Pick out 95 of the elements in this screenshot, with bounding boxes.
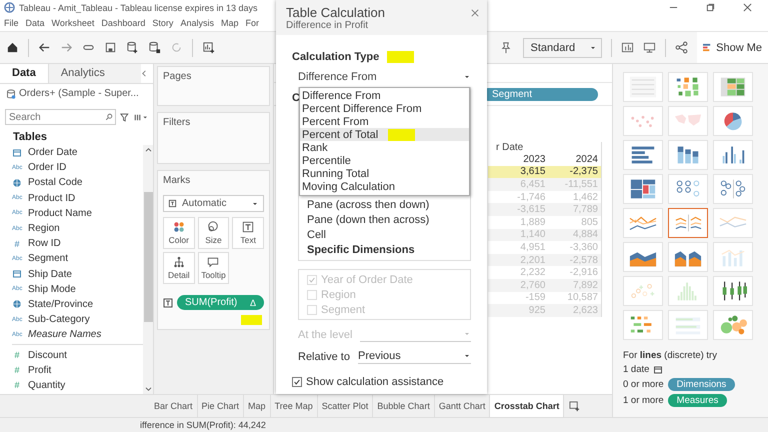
requirement-text: 0 or more xyxy=(623,379,664,390)
fit-dropdown[interactable]: Standard xyxy=(523,38,602,58)
table-cell-text: -2,916 xyxy=(568,267,599,278)
card-title: Filters xyxy=(163,117,190,128)
table-cell-text: 805 xyxy=(580,216,599,228)
menu-item[interactable]: Story xyxy=(152,18,174,28)
field-item[interactable]: Order Date xyxy=(12,145,143,160)
status-text: ifference in SUM(Profit): 44,242 xyxy=(140,420,266,430)
data-source-name[interactable]: Orders+ (Sample - Super... xyxy=(19,88,139,99)
list-item[interactable]: Pane (down then across) xyxy=(299,212,470,227)
mark-property-button[interactable]: Color xyxy=(163,217,195,249)
menu-item[interactable]: Dashboard xyxy=(101,18,146,28)
dialog-subtitle: Difference in Profit xyxy=(286,20,370,31)
checkbox-label: Region xyxy=(321,288,356,300)
show-me-button[interactable]: Show Me xyxy=(697,32,768,63)
field-item[interactable]: # Quantity xyxy=(12,378,143,393)
table-cell-text: 1,140 xyxy=(519,229,546,240)
table-cell-text: 1,462 xyxy=(572,192,599,203)
list-item[interactable]: Cell xyxy=(299,227,470,242)
table-cell-text: -2,578 xyxy=(568,254,599,266)
table-cell-text: 7,892 xyxy=(572,280,599,291)
requirement-text: 1 date xyxy=(623,364,650,375)
calculation-type-dropdown[interactable]: Difference From xyxy=(298,71,471,83)
table-cell-text: -1,746 xyxy=(516,192,546,203)
year-header: 2023 xyxy=(522,154,546,165)
menu-option[interactable]: Moving Calculation xyxy=(300,180,469,194)
table-cell-text: 2,760 xyxy=(519,280,546,291)
table-cell-text: 925 xyxy=(528,304,546,316)
checkbox-label: Segment xyxy=(321,304,366,316)
table-cell-text: -159 xyxy=(524,292,546,304)
mark-property-button[interactable]: Tooltip xyxy=(198,252,230,284)
table-cell-text: 4,951 xyxy=(519,242,546,253)
field-item[interactable]: # Profit xyxy=(12,362,143,378)
menu-option[interactable]: Percent From xyxy=(300,115,469,128)
table-cell-text: 7,789 xyxy=(572,204,599,216)
sheet-tab[interactable]: Crosstab Chart xyxy=(490,395,564,417)
dialog-title: Table Calculation xyxy=(286,5,386,20)
mark-type-dropdown[interactable]: Automatic xyxy=(163,195,264,212)
field-label: Relative to xyxy=(298,350,350,362)
section-label: C xyxy=(292,92,300,104)
field-item[interactable]: Ship Date xyxy=(12,266,143,282)
menu-option[interactable]: Percentile xyxy=(300,154,469,168)
data-type-icon: # xyxy=(12,380,22,390)
mark-property-button[interactable]: Size xyxy=(198,217,230,249)
data-type-icon: # xyxy=(12,365,22,376)
search-field[interactable]: Search xyxy=(5,109,116,125)
table-cell-text: 10,587 xyxy=(566,292,599,304)
list-item[interactable]: Pane (across then down) xyxy=(299,197,470,212)
field-item[interactable]: State/Province xyxy=(12,296,143,312)
window-title: Tableau - Amit_Tableau - Tableau license expires in 13 days xyxy=(19,2,258,12)
section-label: Calculation Type xyxy=(292,51,380,63)
menu-option[interactable]: Percent Difference From xyxy=(300,102,469,116)
card-title: Pages xyxy=(163,71,192,82)
field-item[interactable]: Postal Code xyxy=(12,175,143,191)
year-header: 2024 xyxy=(574,154,599,165)
table-cell-text: 2,232 xyxy=(519,267,546,278)
field-item[interactable]: # Row ID xyxy=(12,236,143,252)
menu-option[interactable]: Difference From xyxy=(300,89,469,102)
menu-item[interactable]: File xyxy=(4,18,19,28)
menu-item[interactable]: Data xyxy=(26,18,45,28)
mark-property-button[interactable]: Text xyxy=(232,217,264,249)
table-cell-text: 1,889 xyxy=(519,216,546,228)
requirement-text: 1 or more xyxy=(623,395,664,406)
table-cell-text: -2,375 xyxy=(568,166,599,178)
table-cell-text: -11,551 xyxy=(564,178,599,190)
checkbox-label: Year of Order Date xyxy=(321,274,413,286)
tables-heading: Tables xyxy=(12,130,48,145)
menu-option[interactable]: Rank xyxy=(300,141,469,154)
card-title: Marks xyxy=(163,175,192,186)
menu-item[interactable]: Map xyxy=(220,18,238,28)
menu-item[interactable]: Worksheet xyxy=(52,18,94,28)
table-cell-text: 4,884 xyxy=(572,229,599,240)
data-type-icon: # xyxy=(12,350,22,360)
show-me-hint: For lines (discrete) try xyxy=(623,350,718,361)
menu-item[interactable]: Analysis xyxy=(180,18,214,28)
column-header: r Date xyxy=(495,142,524,153)
pane-tab[interactable]: Analytics xyxy=(48,64,141,83)
list-item[interactable]: Specific Dimensions xyxy=(299,242,470,257)
table-cell-text: 2,201 xyxy=(519,254,546,266)
field-item[interactable]: # Discount xyxy=(12,347,143,363)
menu-option[interactable]: Running Total xyxy=(300,168,469,181)
mark-property-button[interactable]: Detail xyxy=(163,252,195,284)
menu-option[interactable]: Percent of Total xyxy=(300,128,469,142)
data-type-icon: # xyxy=(12,238,22,249)
table-cell-text: -3,360 xyxy=(568,242,599,253)
table-cell-text: 3,615 xyxy=(519,166,546,178)
measures-pill: Measures xyxy=(668,394,728,407)
checkbox-label: Show calculation assistance xyxy=(306,376,444,388)
relative-to-dropdown[interactable]: Previous xyxy=(358,349,471,364)
dimensions-pill: Dimensions xyxy=(668,378,736,391)
menu-item[interactable]: For xyxy=(245,18,259,28)
table-cell-text: -3,615 xyxy=(516,204,546,216)
table-cell-text: 2,623 xyxy=(572,304,599,316)
field-label: At the level xyxy=(298,328,352,340)
table-cell-text: 6,451 xyxy=(519,178,546,190)
